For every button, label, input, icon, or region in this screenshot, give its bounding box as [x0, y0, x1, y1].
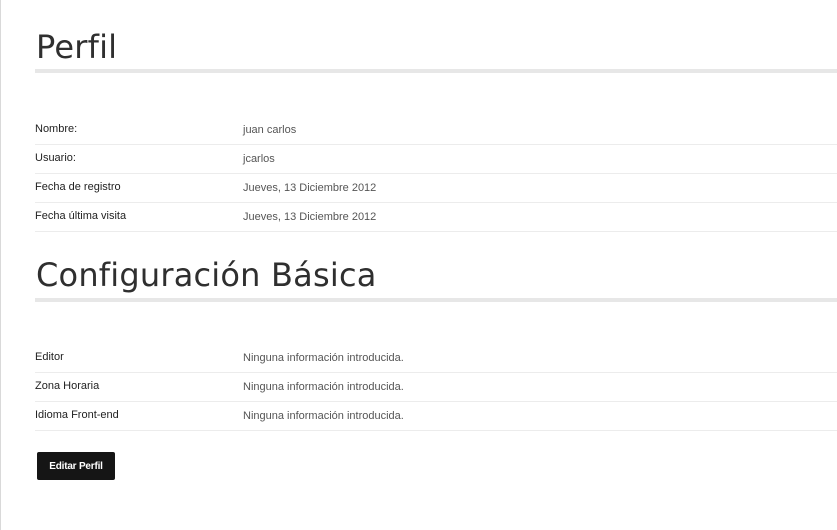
basic-config-title: Configuración Básica: [36, 256, 377, 294]
basic-config-table: Editor Ninguna información introducida. …: [35, 344, 837, 431]
register-date-value: Jueves, 13 Diciembre 2012: [243, 182, 377, 194]
config-row-timezone: Zona Horaria Ninguna información introdu…: [35, 373, 837, 402]
editor-value: Ninguna información introducida.: [243, 352, 404, 364]
basic-config-title-underline: [35, 298, 837, 302]
timezone-label: Zona Horaria: [35, 380, 100, 392]
frontend-language-label: Idioma Front-end: [35, 409, 119, 421]
frontend-language-value: Ninguna información introducida.: [243, 410, 404, 422]
last-visit-value: Jueves, 13 Diciembre 2012: [243, 211, 377, 223]
profile-title: Perfil: [36, 28, 118, 66]
left-border: [0, 0, 1, 530]
config-row-frontend-language: Idioma Front-end Ninguna información int…: [35, 402, 837, 431]
profile-details-table: Nombre: juan carlos Usuario: jcarlos Fec…: [35, 116, 837, 232]
last-visit-label: Fecha última visita: [35, 210, 127, 222]
editor-label: Editor: [35, 351, 64, 363]
config-row-editor: Editor Ninguna información introducida.: [35, 344, 837, 373]
username-value: jcarlos: [243, 153, 275, 165]
profile-title-underline: [35, 69, 837, 73]
name-label: Nombre:: [35, 123, 78, 135]
timezone-value: Ninguna información introducida.: [243, 381, 404, 393]
profile-row-username: Usuario: jcarlos: [35, 145, 837, 174]
profile-row-register-date: Fecha de registro Jueves, 13 Diciembre 2…: [35, 174, 837, 203]
name-value: juan carlos: [243, 124, 297, 136]
edit-profile-button[interactable]: Editar Perfil: [37, 452, 115, 480]
profile-row-last-visit: Fecha última visita Jueves, 13 Diciembre…: [35, 203, 837, 232]
register-date-label: Fecha de registro: [35, 181, 121, 193]
username-label: Usuario:: [35, 152, 76, 164]
profile-row-name: Nombre: juan carlos: [35, 116, 837, 145]
